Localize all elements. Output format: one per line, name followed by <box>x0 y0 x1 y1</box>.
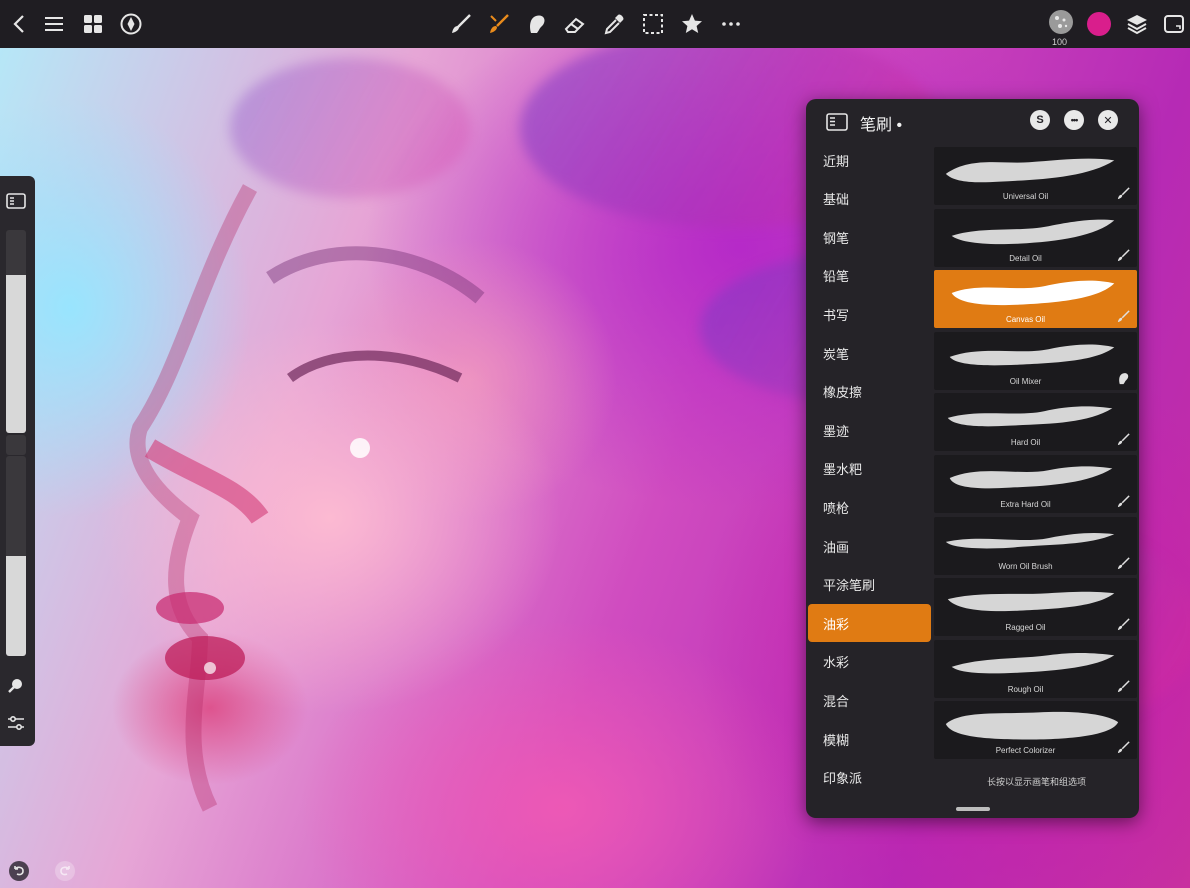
more-options-button[interactable]: ••• <box>1064 110 1084 130</box>
brush-name: Rough Oil <box>1007 684 1044 694</box>
brush-stroke-preview <box>945 712 1119 740</box>
opacity-slider-fill <box>6 556 26 656</box>
brush-item[interactable]: Ragged Oil <box>934 578 1137 637</box>
brush-stroke-preview <box>947 591 1115 612</box>
brush-item[interactable]: Canvas Oil <box>934 270 1137 329</box>
brush-name: Canvas Oil <box>1005 315 1046 325</box>
brush-category-item[interactable]: 模糊 <box>808 720 931 758</box>
brush-name: Extra Hard Oil <box>1000 500 1051 509</box>
brush-category-item[interactable]: 橡皮擦 <box>808 373 931 411</box>
smudge-finger-icon[interactable] <box>521 8 553 40</box>
brush-category-item[interactable]: 钢笔 <box>808 218 931 256</box>
brush-tool-icon <box>1117 187 1130 200</box>
brush-item[interactable]: Rough Oil <box>934 639 1137 698</box>
brush-item[interactable]: Detail Oil <box>934 208 1137 267</box>
brush-item[interactable]: Extra Hard Oil <box>934 455 1137 513</box>
brush-library-panel: 笔刷 • S ••• ✕ 近期 基础 钢笔 铅笔 书写 炭笔 橡皮擦 墨迹 墨水粑 喷枪 油画 平涂笔… <box>806 99 1139 818</box>
brush-category-item[interactable]: 墨水粑 <box>808 450 931 488</box>
more-icon[interactable] <box>715 8 747 40</box>
stabilization-button[interactable]: S <box>1030 110 1050 130</box>
panel-grabber[interactable] <box>956 807 990 811</box>
brush-stroke-preview <box>951 280 1115 306</box>
brush-category-item[interactable]: 基础 <box>808 180 931 218</box>
brush-category-item[interactable]: 油彩 <box>808 604 931 643</box>
smudge-icon[interactable] <box>483 8 515 40</box>
menu-icon[interactable] <box>38 8 70 40</box>
brush-tool-icon <box>1117 495 1130 508</box>
brush-library-title: 笔刷 • <box>860 117 903 134</box>
modify-button[interactable] <box>6 435 26 455</box>
brush-name: Detail Oil <box>1009 253 1042 263</box>
gallery-icon[interactable] <box>77 8 109 40</box>
back-icon[interactable] <box>4 8 36 40</box>
brush-tool-icon <box>1117 741 1130 754</box>
brush-stroke-preview <box>951 652 1115 674</box>
brush-library-sidebar-icon[interactable] <box>825 111 849 133</box>
brush-name: Worn Oil Brush <box>998 561 1053 571</box>
brush-category-item[interactable]: 墨迹 <box>808 411 931 449</box>
eraser-icon[interactable] <box>559 8 591 40</box>
layers-icon[interactable] <box>1121 8 1153 40</box>
reference-window-icon[interactable] <box>1158 8 1190 40</box>
brush-size-slider-fill <box>6 274 26 433</box>
color-swatch[interactable] <box>1083 8 1115 40</box>
brush-category-item[interactable]: 油画 <box>808 527 931 565</box>
brush-category-item[interactable]: 书写 <box>808 295 931 333</box>
selection-icon[interactable] <box>637 8 669 40</box>
brush-category-item[interactable]: 喷枪 <box>808 488 931 526</box>
brush-tool-icon <box>1117 618 1130 631</box>
brush-category-item[interactable]: 混合 <box>808 681 931 719</box>
brush-stroke-preview <box>947 406 1113 427</box>
brush-size-preview-icon[interactable] <box>1045 6 1077 38</box>
brush-category-item[interactable]: 炭笔 <box>808 334 931 372</box>
brush-category-item[interactable]: 平涂笔刷 <box>808 566 931 604</box>
brush-category-item[interactable]: 铅笔 <box>808 257 931 295</box>
brush-item[interactable]: Universal Oil <box>934 147 1137 205</box>
brush-item[interactable]: Hard Oil <box>934 393 1137 452</box>
brush-category-item[interactable]: 印象派 <box>808 759 931 797</box>
opacity-slider[interactable] <box>6 456 26 656</box>
brush-item[interactable]: Worn Oil Brush <box>934 516 1137 575</box>
transform-icon[interactable] <box>676 8 708 40</box>
brush-name: Ragged Oil <box>1005 623 1046 633</box>
close-panel-button[interactable]: ✕ <box>1098 110 1118 130</box>
slider-settings-icon[interactable] <box>5 712 27 734</box>
brush-name: Oil Mixer <box>1009 376 1042 386</box>
brush-name: Perfect Colorizer <box>995 746 1056 756</box>
brush-category-item[interactable]: 水彩 <box>808 643 931 681</box>
long-press-hint: 长按以显示画笔和组选项 <box>986 777 1086 787</box>
undo-icon[interactable] <box>8 860 30 882</box>
brush-icon[interactable] <box>445 8 477 40</box>
brush-tool-icon <box>1117 556 1130 569</box>
brush-name: Universal Oil <box>1002 192 1049 201</box>
smudge-tool-icon <box>1119 372 1129 384</box>
brush-tool-icon <box>1117 680 1130 692</box>
redo-icon[interactable] <box>54 860 76 882</box>
brush-category-item[interactable]: 近期 <box>808 141 931 179</box>
sidebar-toggle-icon[interactable] <box>5 190 27 212</box>
brush-stroke-preview <box>949 466 1113 489</box>
brush-stroke-preview <box>949 344 1115 366</box>
left-sidebar <box>0 176 35 746</box>
brush-stroke-preview <box>945 532 1115 549</box>
brush-stroke-preview <box>945 158 1115 183</box>
brush-item[interactable]: Oil Mixer <box>934 331 1137 390</box>
brush-stroke-preview <box>951 219 1115 244</box>
top-toolbar: 100 <box>0 0 1190 48</box>
eyedropper-icon[interactable] <box>598 8 630 40</box>
brush-library-header: 笔刷 • S ••• ✕ <box>806 99 1139 145</box>
brush-size-value: 100 <box>1052 37 1068 47</box>
brush-tool-icon <box>1117 248 1130 261</box>
adjust-icon[interactable] <box>115 8 147 40</box>
brush-size-slider[interactable] <box>6 230 26 433</box>
brush-item[interactable]: Perfect Colorizer <box>934 701 1137 760</box>
color-swatch-dot <box>1087 12 1111 36</box>
eyedropper-shortcut-icon[interactable] <box>5 674 27 696</box>
brush-tool-icon <box>1117 310 1130 323</box>
brush-name: Hard Oil <box>1010 438 1041 448</box>
brush-tool-icon <box>1117 433 1130 446</box>
